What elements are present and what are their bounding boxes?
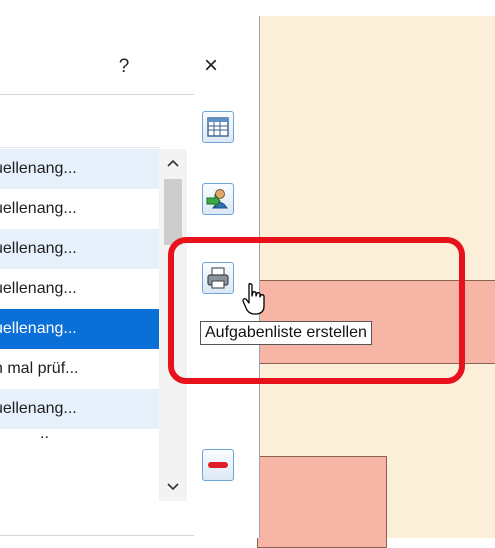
- list-item[interactable]: uellenang...: [0, 149, 159, 189]
- list-item[interactable]: uellenang...: [0, 229, 159, 269]
- list-item-label: uellenang...: [0, 160, 77, 177]
- list-item[interactable]: ..: [0, 429, 159, 449]
- list-item-selected[interactable]: uellenang...: [0, 309, 159, 349]
- list-item-label: uellenang...: [0, 240, 77, 257]
- list-item-label: uellenang...: [0, 320, 77, 337]
- list-item-label: uellenang...: [0, 200, 77, 217]
- table-button[interactable]: [202, 111, 234, 143]
- tooltip: Aufgabenliste erstellen: [200, 321, 372, 345]
- table-icon: [207, 117, 229, 137]
- scrollbar-thumb[interactable]: [164, 179, 182, 245]
- list-panel: uellenang... uellenang... uellenang... u…: [0, 94, 194, 536]
- highlight-annotation: [168, 237, 465, 384]
- scroll-down-icon[interactable]: [159, 473, 187, 501]
- user-export-icon: [206, 189, 228, 209]
- list-item[interactable]: uellenang...: [0, 389, 159, 429]
- dialog-titlebar: ? ×: [0, 16, 259, 90]
- list-item[interactable]: n mal prüf...: [0, 349, 159, 389]
- hand-cursor-icon: [242, 283, 265, 315]
- item-list: uellenang... uellenang... uellenang... u…: [0, 149, 159, 449]
- list-item-label: n mal prüf...: [0, 360, 79, 377]
- document-shape: [257, 456, 387, 548]
- user-export-button[interactable]: [202, 183, 234, 215]
- list-item-label: ..: [40, 429, 49, 442]
- list-item-label: uellenang...: [0, 400, 77, 417]
- list-item[interactable]: uellenang...: [0, 189, 159, 229]
- scroll-up-icon[interactable]: [159, 149, 187, 177]
- remove-icon: [208, 462, 228, 468]
- list-item-label: uellenang...: [0, 280, 77, 297]
- help-button[interactable]: ?: [112, 56, 136, 78]
- close-button[interactable]: ×: [196, 52, 226, 80]
- list-header: [0, 95, 160, 148]
- list-item[interactable]: uellenang...: [0, 269, 159, 309]
- remove-button[interactable]: [202, 449, 234, 481]
